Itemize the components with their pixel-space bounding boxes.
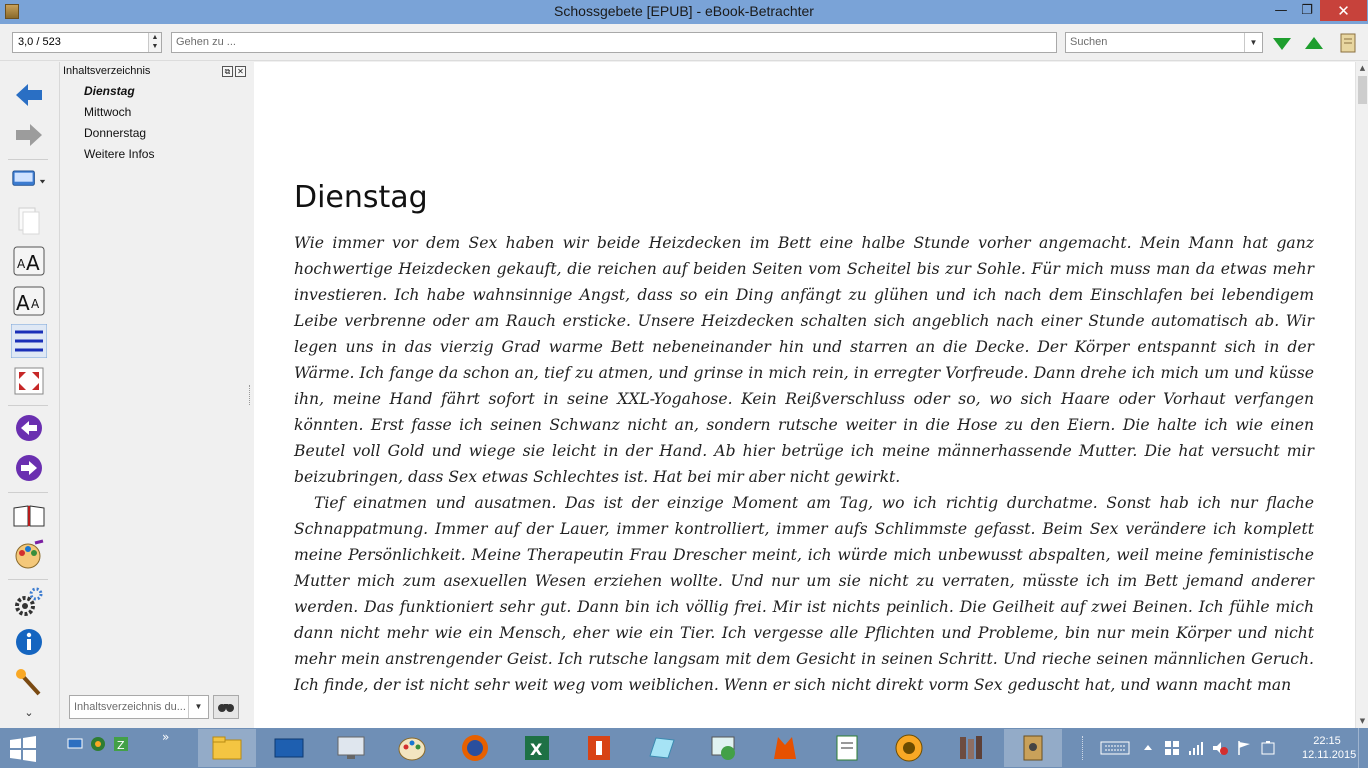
undock-panel-icon[interactable]: ⧉	[222, 66, 233, 77]
previous-page-icon[interactable]	[11, 411, 47, 445]
desktop-quicklaunch-icon[interactable]	[67, 736, 83, 752]
svg-text:A: A	[17, 257, 26, 271]
book-content-area[interactable]: Dienstag Wie immer vor dem Sex haben wir…	[254, 62, 1355, 728]
toolbar-separator	[8, 579, 48, 580]
search-input[interactable]: Suchen ▼	[1065, 32, 1263, 53]
scrollbar-thumb[interactable]	[1358, 76, 1367, 104]
muted-volume-icon[interactable]	[1212, 740, 1228, 756]
taskbar-document-app[interactable]	[818, 729, 876, 767]
windows-tray-icon[interactable]	[1164, 740, 1180, 756]
left-toolbar: AA AA ⌄	[0, 62, 60, 728]
info-icon[interactable]	[11, 625, 47, 659]
toc-filter-combo[interactable]: Inhaltsverzeichnis du... ▼	[69, 695, 209, 719]
taskbar-paint-app[interactable]	[384, 729, 442, 767]
find-previous-arrow-icon[interactable]	[1303, 32, 1325, 54]
open-book-icon[interactable]	[11, 498, 47, 532]
fullscreen-icon[interactable]	[11, 364, 47, 398]
toc-panel: Inhaltsverzeichnis ⧉ ✕ Dienstag Mittwoch…	[61, 62, 254, 728]
svg-text:A: A	[31, 297, 40, 311]
toolbar-overflow-chevron-icon[interactable]: ⌄	[11, 702, 47, 722]
toc-list: Dienstag Mittwoch Donnerstag Weitere Inf…	[84, 84, 154, 168]
signal-strength-icon[interactable]	[1188, 740, 1204, 756]
page-number-value: 3,0 / 523	[18, 36, 61, 48]
windows-start-icon[interactable]	[8, 736, 38, 762]
taskbar-pdf-reader[interactable]	[570, 729, 628, 767]
toc-item[interactable]: Donnerstag	[84, 126, 154, 147]
taskbar-file-explorer[interactable]	[198, 729, 256, 767]
taskbar-ebook-viewer[interactable]	[1004, 729, 1062, 767]
svg-text:X: X	[530, 740, 543, 759]
taskbar-library-app[interactable]	[942, 729, 1000, 767]
settings-gears-icon[interactable]	[11, 585, 47, 619]
svg-text:Z: Z	[117, 739, 125, 752]
minimize-button[interactable]: —	[1268, 0, 1294, 21]
clock-date: 12.11.2015	[1302, 749, 1357, 761]
battery-icon[interactable]	[1260, 740, 1276, 756]
taskbar-fox-app[interactable]	[756, 729, 814, 767]
top-toolbar: 3,0 / 523 ▲ ▼ Gehen zu ... Suchen ▼	[0, 24, 1368, 61]
increase-font-icon[interactable]: AA	[11, 244, 47, 278]
taskbar-clock[interactable]: 22:15 12.11.2015	[1302, 734, 1357, 762]
close-panel-icon[interactable]: ✕	[235, 66, 246, 77]
window-title: Schossgebete [EPUB] - eBook-Betrachter	[554, 3, 814, 19]
paragraph: Tief einatmen und ausatmen. Das ist der …	[294, 494, 1314, 694]
toc-item[interactable]: Mittwoch	[84, 105, 154, 126]
toc-panel-title: Inhaltsverzeichnis	[63, 65, 151, 77]
panel-splitter[interactable]	[249, 385, 252, 405]
magic-wand-icon[interactable]	[11, 665, 47, 699]
toolbar-separator	[8, 492, 48, 493]
taskbar-notes-app[interactable]	[632, 729, 690, 767]
tray-expand-icon[interactable]	[1143, 740, 1153, 756]
back-arrow-icon[interactable]	[11, 78, 47, 112]
search-dropdown-icon[interactable]: ▼	[1244, 33, 1262, 52]
toc-filter-placeholder: Inhaltsverzeichnis du...	[74, 701, 186, 713]
chapter-title: Dienstag	[294, 180, 428, 215]
scroll-down-arrow-icon[interactable]: ▼	[1356, 715, 1368, 728]
next-page-icon[interactable]	[11, 451, 47, 485]
scroll-up-arrow-icon[interactable]: ▲	[1356, 62, 1368, 75]
toc-toggle-icon[interactable]	[11, 324, 47, 358]
show-desktop-button[interactable]	[1358, 728, 1368, 768]
toolbar-separator	[8, 159, 48, 160]
toc-filter-dropdown-icon[interactable]: ▼	[188, 696, 208, 718]
binoculars-search-icon[interactable]	[213, 695, 239, 719]
search-placeholder: Suchen	[1070, 36, 1108, 48]
paragraph: Wie immer vor dem Sex haben wir beide He…	[294, 234, 1314, 486]
clock-time: 22:15	[1313, 735, 1341, 747]
taskbar-target-app[interactable]	[880, 729, 938, 767]
toc-item[interactable]: Weitere Infos	[84, 147, 154, 168]
forward-arrow-icon[interactable]	[11, 118, 47, 152]
goto-input[interactable]: Gehen zu ...	[171, 32, 1057, 53]
taskbar-excel[interactable]: X	[508, 729, 566, 767]
taskbar-desktop-window[interactable]	[260, 729, 318, 767]
toolbar-separator	[8, 405, 48, 406]
title-bar: Schossgebete [EPUB] - eBook-Betrachter —…	[0, 0, 1368, 24]
theme-palette-icon[interactable]	[11, 538, 47, 572]
taskbar-firefox[interactable]	[446, 729, 504, 767]
decrease-font-icon[interactable]: AA	[11, 284, 47, 318]
globe-quicklaunch-icon[interactable]	[90, 736, 106, 752]
chapter-body: Wie immer vor dem Sex haben wir beide He…	[294, 230, 1314, 698]
close-button[interactable]: ✕	[1320, 0, 1367, 21]
svg-text:A: A	[26, 251, 40, 275]
vertical-scrollbar[interactable]: ▲ ▼	[1355, 62, 1368, 728]
svg-text:A: A	[16, 291, 30, 315]
find-next-arrow-icon[interactable]	[1271, 32, 1293, 54]
taskbar-divider	[1082, 736, 1085, 760]
z-quicklaunch-icon[interactable]: Z	[113, 736, 129, 752]
action-center-flag-icon[interactable]	[1236, 740, 1252, 756]
toc-item[interactable]: Dienstag	[84, 84, 154, 105]
scroll-paper-icon[interactable]	[1337, 32, 1359, 54]
keyboard-icon[interactable]	[1100, 740, 1130, 756]
restore-button[interactable]: ❐	[1294, 0, 1320, 21]
copy-page-icon[interactable]	[11, 204, 47, 238]
library-dropdown-icon[interactable]	[11, 162, 47, 196]
quicklaunch-overflow[interactable]: »	[162, 730, 169, 744]
page-spin-arrows[interactable]: ▲ ▼	[148, 33, 161, 52]
taskbar: Z » X 22:15 12.11.2015	[0, 728, 1368, 768]
page-number-spinbox[interactable]: 3,0 / 523 ▲ ▼	[12, 32, 162, 53]
taskbar-monitor-app[interactable]	[322, 729, 380, 767]
taskbar-sync-app[interactable]	[694, 729, 752, 767]
